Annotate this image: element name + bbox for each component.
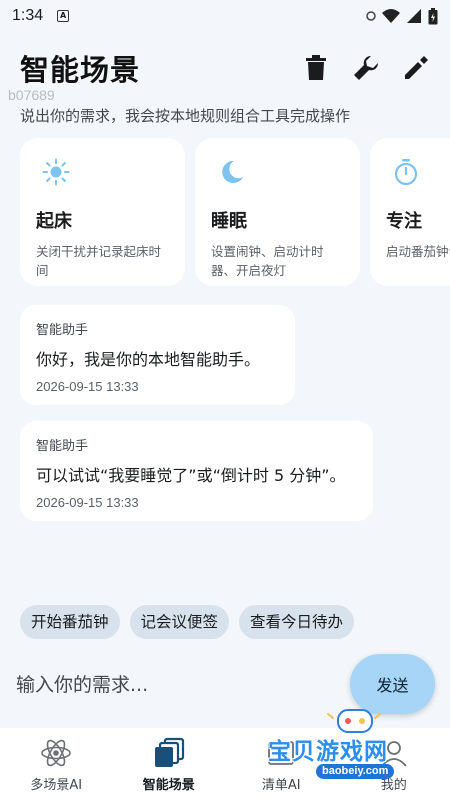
- scenario-card-sleep[interactable]: 睡眠 设置闹钟、启动计时器、开启夜灯: [195, 138, 360, 286]
- page-title: 智能场景: [20, 53, 141, 87]
- watermark-id: b07689: [8, 87, 55, 103]
- scenario-card-wakeup[interactable]: 起床 关闭干扰并记录起床时间: [20, 138, 185, 286]
- timer-icon: [394, 159, 418, 186]
- header: 智能场景: [20, 48, 430, 88]
- atom-icon: [41, 739, 72, 767]
- card-title: 起床: [36, 211, 72, 232]
- card-title: 专注: [386, 211, 422, 232]
- site-watermark-url: baobeiy.com: [316, 764, 395, 779]
- status-time: 1:34: [12, 7, 44, 24]
- nav-label: 智能场景: [142, 778, 195, 793]
- message-text: 你好，我是你的本地智能助手。: [36, 350, 261, 369]
- status-icons: [366, 7, 438, 25]
- delete-icon: [306, 55, 326, 80]
- nav-item-multi-scene-ai[interactable]: 多场景AI: [0, 728, 113, 800]
- chip-today-todo[interactable]: 查看今日待办: [239, 605, 355, 639]
- scenario-cards[interactable]: 起床 关闭干扰并记录起床时间 睡眠 设置闹钟、启动计时器、开启夜灯 专注 启动番…: [20, 138, 450, 288]
- wifi-icon: [382, 9, 400, 23]
- message-sender: 智能助手: [36, 439, 89, 454]
- nav-label: 多场景AI: [30, 778, 83, 793]
- edit-button[interactable]: [402, 54, 430, 82]
- signal-dot-icon: [366, 11, 376, 21]
- tools-button[interactable]: [352, 54, 380, 82]
- message-time: 2026-09-15 13:33: [36, 379, 139, 394]
- delete-button[interactable]: [302, 54, 330, 82]
- card-title: 睡眠: [211, 211, 247, 232]
- status-bar: 1:34 A: [0, 0, 450, 32]
- request-input[interactable]: [16, 666, 336, 704]
- header-actions: [302, 54, 430, 82]
- chip-meeting-note[interactable]: 记会议便签: [129, 605, 230, 639]
- sun-icon: [42, 158, 70, 186]
- notification-icon: A: [57, 10, 70, 22]
- quick-chips: 开始番茄钟 记会议便签 查看今日待办: [20, 605, 355, 639]
- message-time: 2026-09-15 13:33: [36, 495, 139, 510]
- wrench-icon: [354, 55, 379, 80]
- nav-item-smart-scene[interactable]: 智能场景: [113, 728, 226, 800]
- send-button[interactable]: 发送: [350, 654, 435, 714]
- card-desc: 关闭干扰并记录起床时间: [36, 244, 162, 278]
- layers-icon: [154, 737, 184, 767]
- cell-signal-icon: [407, 9, 421, 23]
- message-bubble: 智能助手 可以试试“我要睡觉了”或“倒计时 5 分钟”。 2026-09-15 …: [20, 421, 373, 521]
- edit-icon: [405, 56, 428, 79]
- page-subtitle: 说出你的需求，我会按本地规则组合工具完成操作: [20, 107, 351, 125]
- card-desc: 启动番茄钟计完成: [386, 244, 450, 259]
- message-text: 可以试试“我要睡觉了”或“倒计时 5 分钟”。: [36, 466, 346, 485]
- scenario-card-focus[interactable]: 专注 启动番茄钟计完成: [370, 138, 450, 286]
- message-bubble: 智能助手 你好，我是你的本地智能助手。 2026-09-15 13:33: [20, 305, 295, 405]
- chip-pomodoro[interactable]: 开始番茄钟: [20, 605, 120, 639]
- nav-label: 清单AI: [261, 778, 301, 793]
- moon-icon: [222, 160, 243, 183]
- message-sender: 智能助手: [36, 323, 89, 338]
- battery-icon: [428, 7, 438, 24]
- card-desc: 设置闹钟、启动计时器、开启夜灯: [211, 244, 324, 278]
- site-watermark-name: 宝贝游戏网: [268, 739, 388, 765]
